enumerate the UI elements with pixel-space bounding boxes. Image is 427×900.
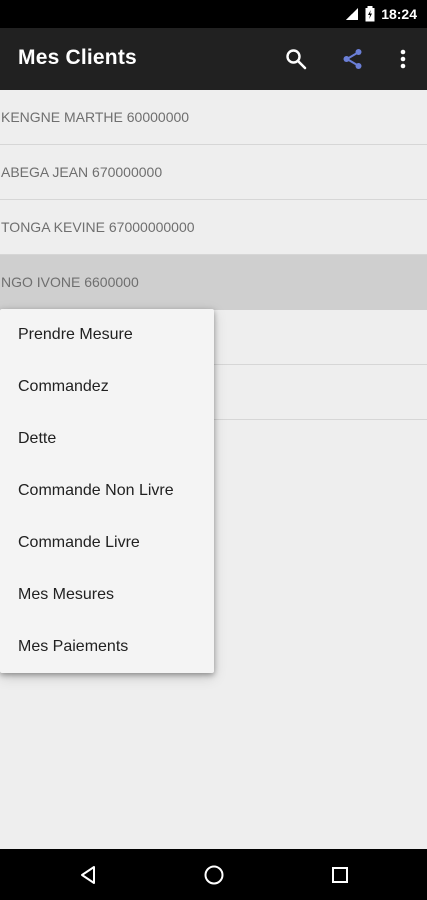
navigation-bar (0, 849, 427, 900)
back-icon[interactable] (76, 863, 100, 887)
client-label: ABEGA JEAN 670000000 (1, 164, 163, 180)
more-vert-icon[interactable] (388, 44, 418, 74)
menu-item-commande-non-livre[interactable]: Commande Non Livre (0, 465, 214, 517)
status-time: 18:24 (381, 6, 417, 22)
menu-item-commande-livre[interactable]: Commande Livre (0, 517, 214, 569)
status-bar: 18:24 (0, 0, 427, 28)
menu-item-commandez[interactable]: Commandez (0, 361, 214, 413)
share-icon[interactable] (338, 44, 368, 74)
client-row[interactable]: TONGA KEVINE 67000000000 (0, 200, 427, 255)
search-icon[interactable] (281, 44, 311, 74)
client-label: NGO IVONE 6600000 (1, 274, 139, 290)
page-title: Mes Clients (18, 46, 137, 69)
client-row[interactable]: ABEGA JEAN 670000000 (0, 145, 427, 200)
client-row[interactable]: KENGNE MARTHE 60000000 (0, 90, 427, 145)
recents-icon[interactable] (328, 863, 352, 887)
client-label: TONGA KEVINE 67000000000 (1, 219, 195, 235)
context-menu: Prendre Mesure Commandez Dette Commande … (0, 309, 214, 673)
menu-item-dette[interactable]: Dette (0, 413, 214, 465)
app-bar: Mes Clients (0, 28, 427, 90)
signal-icon (345, 7, 359, 21)
menu-item-prendre-mesure[interactable]: Prendre Mesure (0, 309, 214, 361)
home-icon[interactable] (202, 863, 226, 887)
client-row-selected[interactable]: NGO IVONE 6600000 (0, 255, 427, 310)
battery-icon (365, 6, 375, 22)
client-label: KENGNE MARTHE 60000000 (1, 109, 190, 125)
menu-item-mes-paiements[interactable]: Mes Paiements (0, 621, 214, 673)
menu-item-mes-mesures[interactable]: Mes Mesures (0, 569, 214, 621)
